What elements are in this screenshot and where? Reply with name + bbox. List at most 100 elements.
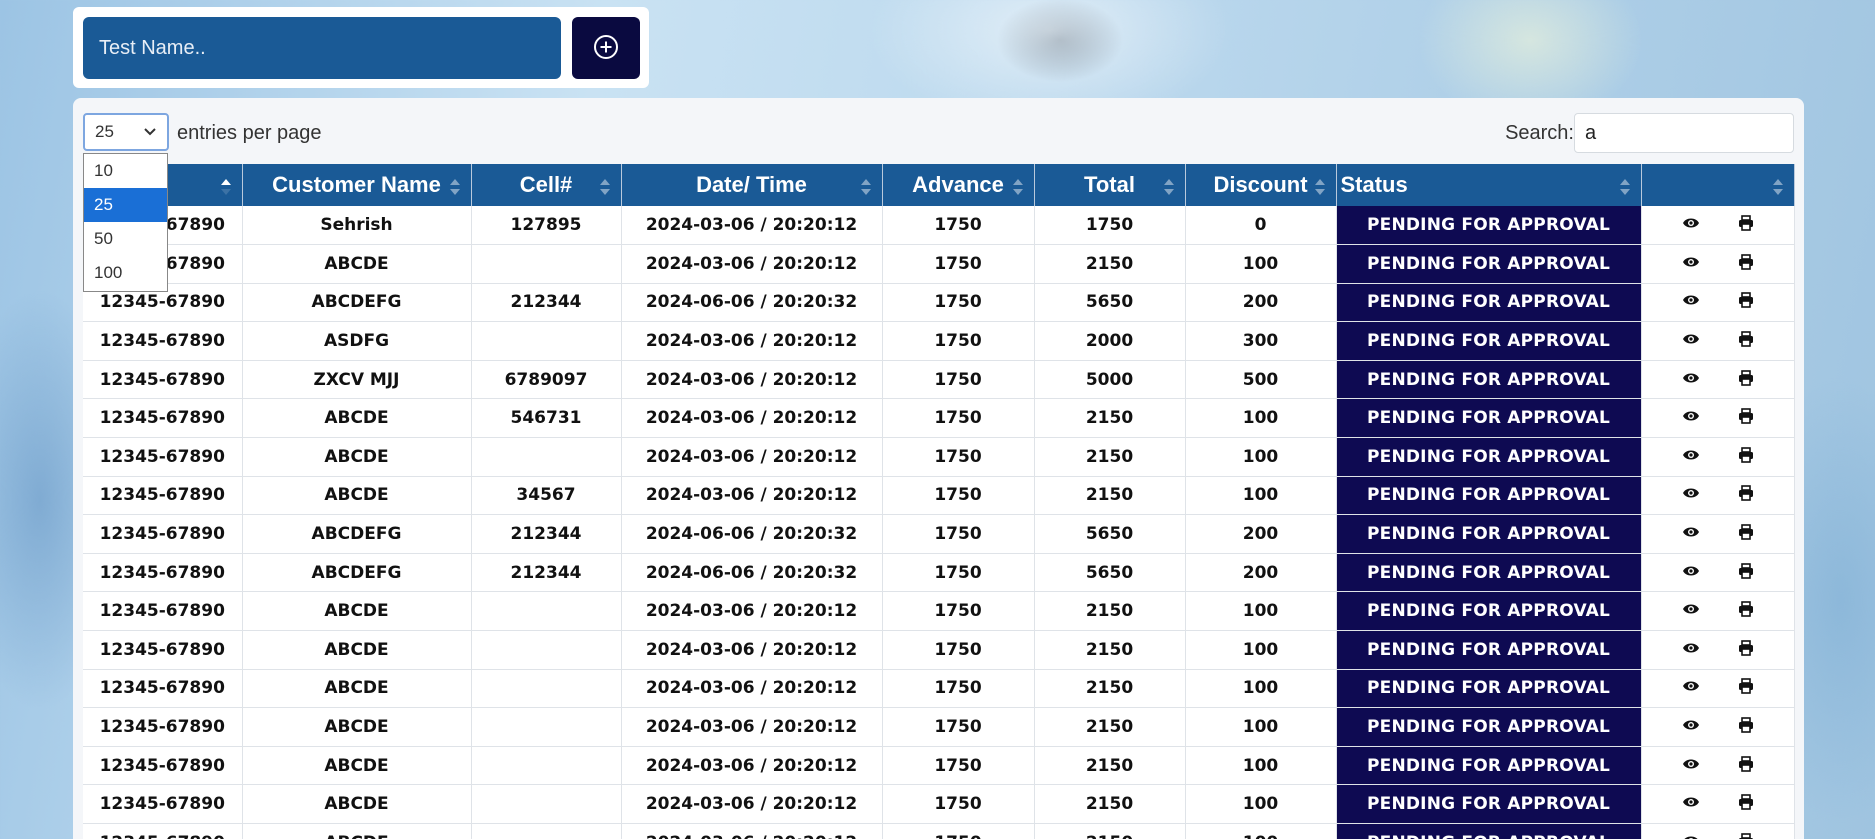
eye-icon[interactable] <box>1682 564 1700 578</box>
date-time: 2024-03-06 / 20:20:12 <box>621 823 883 839</box>
advance-amount: 1750 <box>882 746 1035 786</box>
column-header-6[interactable]: Discount <box>1185 164 1337 206</box>
print-icon[interactable] <box>1738 755 1754 772</box>
advance-amount: 1750 <box>882 784 1035 824</box>
customer-name: ABCDEFG <box>242 283 472 323</box>
eye-icon[interactable] <box>1682 679 1700 693</box>
eye-icon[interactable] <box>1682 641 1700 655</box>
column-header-8[interactable] <box>1641 164 1795 206</box>
row-actions <box>1641 244 1795 284</box>
eye-icon[interactable] <box>1682 602 1700 616</box>
cell-number: 6789097 <box>471 360 622 400</box>
status-badge: PENDING FOR APPROVAL <box>1336 437 1642 477</box>
total-amount: 2150 <box>1034 707 1186 747</box>
add-test-card <box>73 7 649 88</box>
sort-icon <box>449 176 461 195</box>
print-icon[interactable] <box>1738 640 1754 656</box>
table-row: 12345-67890ABCDE 2024-03-06 / 20:20:12175… <box>83 669 1795 709</box>
table-row: 12345-67890 ABCDEFG 212344 2024-06-06 / 20:… <box>83 283 1795 323</box>
print-icon[interactable] <box>1738 832 1754 839</box>
page-length-option[interactable]: 10 <box>84 154 167 188</box>
print-icon[interactable] <box>1738 524 1754 540</box>
eye-icon[interactable] <box>1682 371 1700 385</box>
eye-icon[interactable] <box>1682 834 1700 839</box>
total-amount: 2150 <box>1034 244 1186 284</box>
page-length-select[interactable]: 25 <box>83 113 169 151</box>
page-length-option[interactable]: 50 <box>84 222 167 256</box>
total-amount: 2150 <box>1034 437 1186 477</box>
record-id: 12345-67890 <box>83 360 243 400</box>
eye-icon[interactable] <box>1682 255 1700 269</box>
discount-amount: 100 <box>1185 398 1337 439</box>
print-icon[interactable] <box>1738 717 1754 733</box>
print-icon[interactable] <box>1738 331 1754 347</box>
eye-icon[interactable] <box>1682 525 1700 539</box>
customer-name: ABCDE <box>242 823 472 839</box>
print-icon[interactable] <box>1738 215 1754 231</box>
cell-number <box>471 823 622 839</box>
eye-icon[interactable] <box>1682 409 1700 423</box>
customer-name: ABCDE <box>242 784 472 824</box>
print-icon[interactable] <box>1738 447 1754 463</box>
table-row: 12345-67890Sehrish1278952024-03-06 / 20:… <box>83 206 1795 246</box>
print-icon[interactable] <box>1738 254 1754 270</box>
search-input[interactable] <box>1574 113 1794 153</box>
record-id: 12345-67890 <box>83 398 243 439</box>
print-icon[interactable] <box>1738 562 1754 579</box>
print-icon[interactable] <box>1738 794 1754 811</box>
cell-number: 212344 <box>471 514 622 554</box>
advance-amount: 1750 <box>882 437 1035 477</box>
column-header-2[interactable]: Cell# <box>471 164 622 206</box>
cell-number <box>471 244 622 284</box>
status-badge: PENDING FOR APPROVAL <box>1336 591 1642 632</box>
eye-icon[interactable] <box>1682 293 1700 307</box>
test-name-input[interactable] <box>83 17 561 79</box>
table-header-row: Customer Name Cell# Date/ Time Advance Total… <box>83 164 1795 206</box>
print-icon[interactable] <box>1738 485 1754 502</box>
record-id: 12345-67890 <box>83 514 243 554</box>
chevron-down-icon <box>143 122 157 142</box>
date-time: 2024-03-06 / 20:20:12 <box>621 707 883 747</box>
table-row: 12345-67890ABCDE 2024-03-06 / 20:20:12175… <box>83 707 1795 747</box>
row-actions <box>1641 591 1795 632</box>
customer-name: ASDFG <box>242 321 472 361</box>
advance-amount: 1750 <box>882 707 1035 747</box>
column-header-4[interactable]: Advance <box>882 164 1035 206</box>
print-icon[interactable] <box>1738 292 1754 309</box>
advance-amount: 1750 <box>882 398 1035 439</box>
eye-icon[interactable] <box>1682 216 1700 230</box>
customer-name: ABCDE <box>242 707 472 747</box>
print-icon[interactable] <box>1738 678 1754 695</box>
date-time: 2024-03-06 / 20:20:12 <box>621 244 883 284</box>
eye-icon[interactable] <box>1682 448 1700 462</box>
cell-number <box>471 707 622 747</box>
status-badge: PENDING FOR APPROVAL <box>1336 707 1642 747</box>
eye-icon[interactable] <box>1682 486 1700 500</box>
row-actions <box>1641 784 1795 824</box>
column-header-3[interactable]: Date/ Time <box>621 164 883 206</box>
plus-circle-icon <box>593 34 619 63</box>
column-header-1[interactable]: Customer Name <box>242 164 472 206</box>
cell-number <box>471 321 622 361</box>
sort-icon <box>860 176 872 195</box>
eye-icon[interactable] <box>1682 757 1700 771</box>
customer-name: ABCDE <box>242 476 472 516</box>
eye-icon[interactable] <box>1682 795 1700 809</box>
record-id: 12345-67890 <box>83 630 243 670</box>
column-header-7[interactable]: Status <box>1336 164 1642 206</box>
row-actions <box>1641 514 1795 554</box>
print-icon[interactable] <box>1738 369 1754 386</box>
column-header-5[interactable]: Total <box>1034 164 1186 206</box>
page-length-option[interactable]: 100 <box>84 256 167 290</box>
total-amount: 2150 <box>1034 784 1186 824</box>
records-table: Customer Name Cell# Date/ Time Advance Total… <box>83 164 1795 839</box>
eye-icon[interactable] <box>1682 718 1700 732</box>
record-id: 12345-67890 <box>83 553 243 593</box>
print-icon[interactable] <box>1738 601 1754 618</box>
page-length-option[interactable]: 25 <box>84 188 167 222</box>
discount-amount: 200 <box>1185 514 1337 554</box>
add-test-button[interactable] <box>572 17 640 79</box>
print-icon[interactable] <box>1738 408 1754 425</box>
eye-icon[interactable] <box>1682 332 1700 346</box>
total-amount: 2150 <box>1034 591 1186 632</box>
